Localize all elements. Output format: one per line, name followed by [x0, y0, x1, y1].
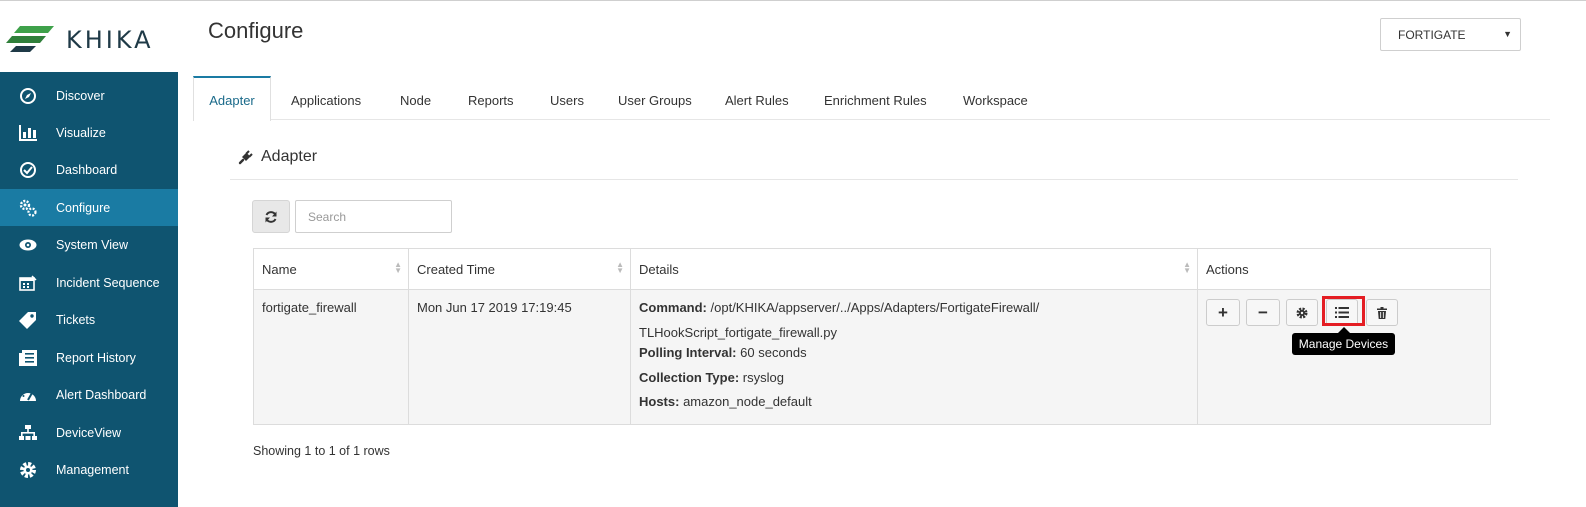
- tab-user-groups[interactable]: User Groups: [618, 76, 692, 120]
- sidebar-item-visualize[interactable]: Visualize: [0, 114, 178, 151]
- tab-workspace[interactable]: Workspace: [963, 76, 1028, 120]
- sidebar-item-alert-dashboard[interactable]: Alert Dashboard: [0, 376, 178, 413]
- cell-created-time: Mon Jun 17 2019 17:19:45: [409, 290, 631, 424]
- calendar-icon: [0, 274, 56, 291]
- sidebar-item-discover[interactable]: Discover: [0, 77, 178, 114]
- detail-command: Command: /opt/KHIKA/appserver/../Apps/Ad…: [639, 300, 1040, 315]
- highlight-box: [1322, 296, 1365, 326]
- sidebar-item-tickets[interactable]: Tickets: [0, 301, 178, 338]
- sidebar-item-management[interactable]: Management: [0, 451, 178, 488]
- column-header-name[interactable]: Name ▲ ▼: [254, 249, 409, 290]
- tab-reports[interactable]: Reports: [468, 76, 514, 120]
- page-title: Configure: [208, 18, 304, 43]
- refresh-button[interactable]: [252, 200, 290, 233]
- sidebar-item-incident-sequence[interactable]: Incident Sequence: [0, 264, 178, 301]
- tab-enrichment-rules[interactable]: Enrichment Rules: [824, 76, 927, 120]
- top-border: [0, 0, 1586, 4]
- column-header-details[interactable]: Details ▲ ▼: [631, 249, 1198, 290]
- report-icon: [0, 349, 56, 366]
- sidebar-item-deviceview[interactable]: DeviceView: [0, 414, 178, 451]
- tag-icon: [0, 311, 56, 329]
- sort-icon: ▲ ▼: [616, 260, 624, 275]
- delete-button[interactable]: [1366, 299, 1398, 326]
- bar-chart-icon: [0, 124, 56, 141]
- detail-command-cont: TLHookScript_fortigate_firewall.py: [639, 325, 837, 340]
- sort-icon: ▲ ▼: [1183, 260, 1191, 275]
- gear-icon: [0, 461, 56, 479]
- divider: [230, 179, 1518, 180]
- sidebar-item-label: Discover: [56, 88, 105, 103]
- detail-collection: Collection Type: rsyslog: [639, 370, 784, 385]
- eye-icon: [0, 239, 56, 251]
- caret-down-icon: ▼: [1503, 29, 1512, 39]
- compass-icon: [0, 87, 56, 105]
- sort-icon: ▲ ▼: [394, 260, 402, 275]
- plug-icon: [238, 150, 253, 165]
- sidebar-item-label: Dashboard: [56, 162, 118, 177]
- sidebar: Discover Visualize Dashboard Configure S…: [0, 72, 178, 507]
- detail-hosts: Hosts: amazon_node_default: [639, 394, 812, 409]
- sidebar-item-report-history[interactable]: Report History: [0, 339, 178, 376]
- select-value: FORTIGATE: [1398, 28, 1466, 42]
- cell-name: fortigate_firewall: [254, 290, 409, 424]
- sidebar-item-label: Management: [56, 462, 129, 477]
- gauge-icon: [0, 161, 56, 179]
- refresh-icon: [265, 210, 277, 223]
- tab-adapter[interactable]: Adapter: [193, 76, 271, 121]
- column-header-created-time[interactable]: Created Time ▲ ▼: [409, 249, 631, 290]
- dashboard-icon: [0, 387, 56, 403]
- sidebar-item-label: DeviceView: [56, 425, 122, 440]
- settings-button[interactable]: [1286, 299, 1318, 326]
- manage-devices-tooltip: Manage Devices: [1292, 333, 1395, 355]
- logo[interactable]: KHIKA: [0, 4, 178, 72]
- tab-users[interactable]: Users: [550, 76, 584, 120]
- sidebar-item-system-view[interactable]: System View: [0, 226, 178, 263]
- gear-icon: [1296, 307, 1308, 318]
- sidebar-item-label: Visualize: [56, 125, 106, 140]
- section-title-text: Adapter: [261, 148, 318, 165]
- search-input[interactable]: [295, 200, 452, 233]
- device-type-select[interactable]: FORTIGATE ▼: [1380, 18, 1521, 51]
- cell-details: Command: /opt/KHIKA/appserver/../Apps/Ad…: [631, 290, 1198, 424]
- sidebar-item-label: Alert Dashboard: [56, 387, 147, 402]
- logo-mark-icon: [6, 26, 54, 52]
- tab-node[interactable]: Node: [400, 76, 431, 120]
- gears-icon: [0, 199, 56, 217]
- tab-bar: Adapter Applications Node Reports Users …: [193, 76, 1550, 121]
- sidebar-item-configure[interactable]: Configure: [0, 189, 178, 226]
- trash-icon: [1377, 306, 1387, 319]
- tab-alert-rules[interactable]: Alert Rules: [725, 76, 789, 120]
- column-header-actions: Actions: [1198, 249, 1490, 290]
- detail-polling: Polling Interval: 60 seconds: [639, 345, 807, 360]
- add-button[interactable]: +: [1206, 299, 1240, 326]
- sidebar-item-label: System View: [56, 237, 129, 252]
- sidebar-item-label: Report History: [56, 350, 136, 365]
- sidebar-item-dashboard[interactable]: Dashboard: [0, 151, 178, 188]
- tab-applications[interactable]: Applications: [291, 76, 361, 120]
- brand-name: KHIKA: [66, 26, 154, 54]
- sitemap-icon: [0, 424, 56, 441]
- sidebar-item-label: Incident Sequence: [56, 275, 160, 290]
- pagination-info: Showing 1 to 1 of 1 rows: [253, 444, 390, 458]
- section-title: Adapter: [237, 148, 317, 166]
- sidebar-item-label: Configure: [56, 200, 111, 215]
- remove-button[interactable]: −: [1246, 299, 1280, 326]
- sidebar-item-label: Tickets: [56, 312, 96, 327]
